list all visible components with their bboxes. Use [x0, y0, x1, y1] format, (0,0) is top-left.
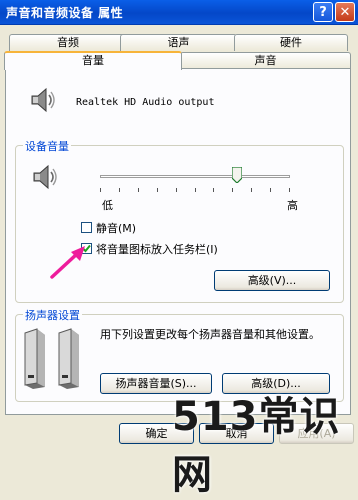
slider-tick [232, 188, 233, 192]
volume-high-label: 高 [287, 199, 298, 212]
slider-tick [157, 188, 158, 192]
slider-tick [100, 188, 101, 192]
speaker-settings-legend: 扬声器设置 [23, 307, 82, 323]
tab-panel: Realtek HD Audio output 设备音量 低 高 静音(M) 将… [5, 68, 351, 415]
tab-audio[interactable]: 音频 [9, 34, 127, 51]
speakers-icon [24, 328, 79, 389]
mute-checkbox[interactable] [81, 222, 92, 233]
help-button[interactable]: ? [313, 2, 333, 22]
device-volume-group: 设备音量 低 高 静音(M) 将音量图标放入任务栏(I) 高级(V)... [15, 138, 344, 303]
device-volume-legend: 设备音量 [23, 138, 71, 154]
volume-low-label: 低 [102, 199, 113, 212]
site-watermark: 513常识网 [172, 394, 341, 498]
speaker-settings-description: 用下列设置更改每个扬声器音量和其他设置。 [100, 328, 320, 341]
mute-label[interactable]: 静音(M) [96, 220, 136, 236]
tray-icon-label[interactable]: 将音量图标放入任务栏(I) [96, 241, 218, 257]
tab-sounds[interactable]: 声音 [180, 52, 351, 69]
device-name: Realtek HD Audio output [76, 97, 215, 108]
tab-volume[interactable]: 音量 [4, 51, 182, 70]
slider-tick [213, 188, 214, 192]
slider-tick [176, 188, 177, 192]
pink-arrow-icon [50, 246, 85, 279]
slider-tick [195, 188, 196, 192]
slider-tick [251, 188, 252, 192]
slider-tick [289, 188, 290, 192]
volume-slider-thumb[interactable] [231, 166, 243, 184]
speaker-icon [31, 87, 55, 113]
tab-hardware[interactable]: 硬件 [234, 34, 348, 51]
device-advanced-button[interactable]: 高级(V)... [214, 270, 330, 291]
close-button[interactable]: ✕ [335, 2, 355, 22]
volume-speaker-icon [33, 164, 57, 190]
window-title: 声音和音频设备 属性 [6, 6, 124, 20]
title-bar: 声音和音频设备 属性 ? ✕ [0, 0, 358, 25]
volume-slider[interactable] [100, 164, 290, 194]
slider-tick [270, 188, 271, 192]
tab-voice[interactable]: 语声 [120, 34, 237, 51]
slider-tick [119, 188, 120, 192]
slider-tick [138, 188, 139, 192]
